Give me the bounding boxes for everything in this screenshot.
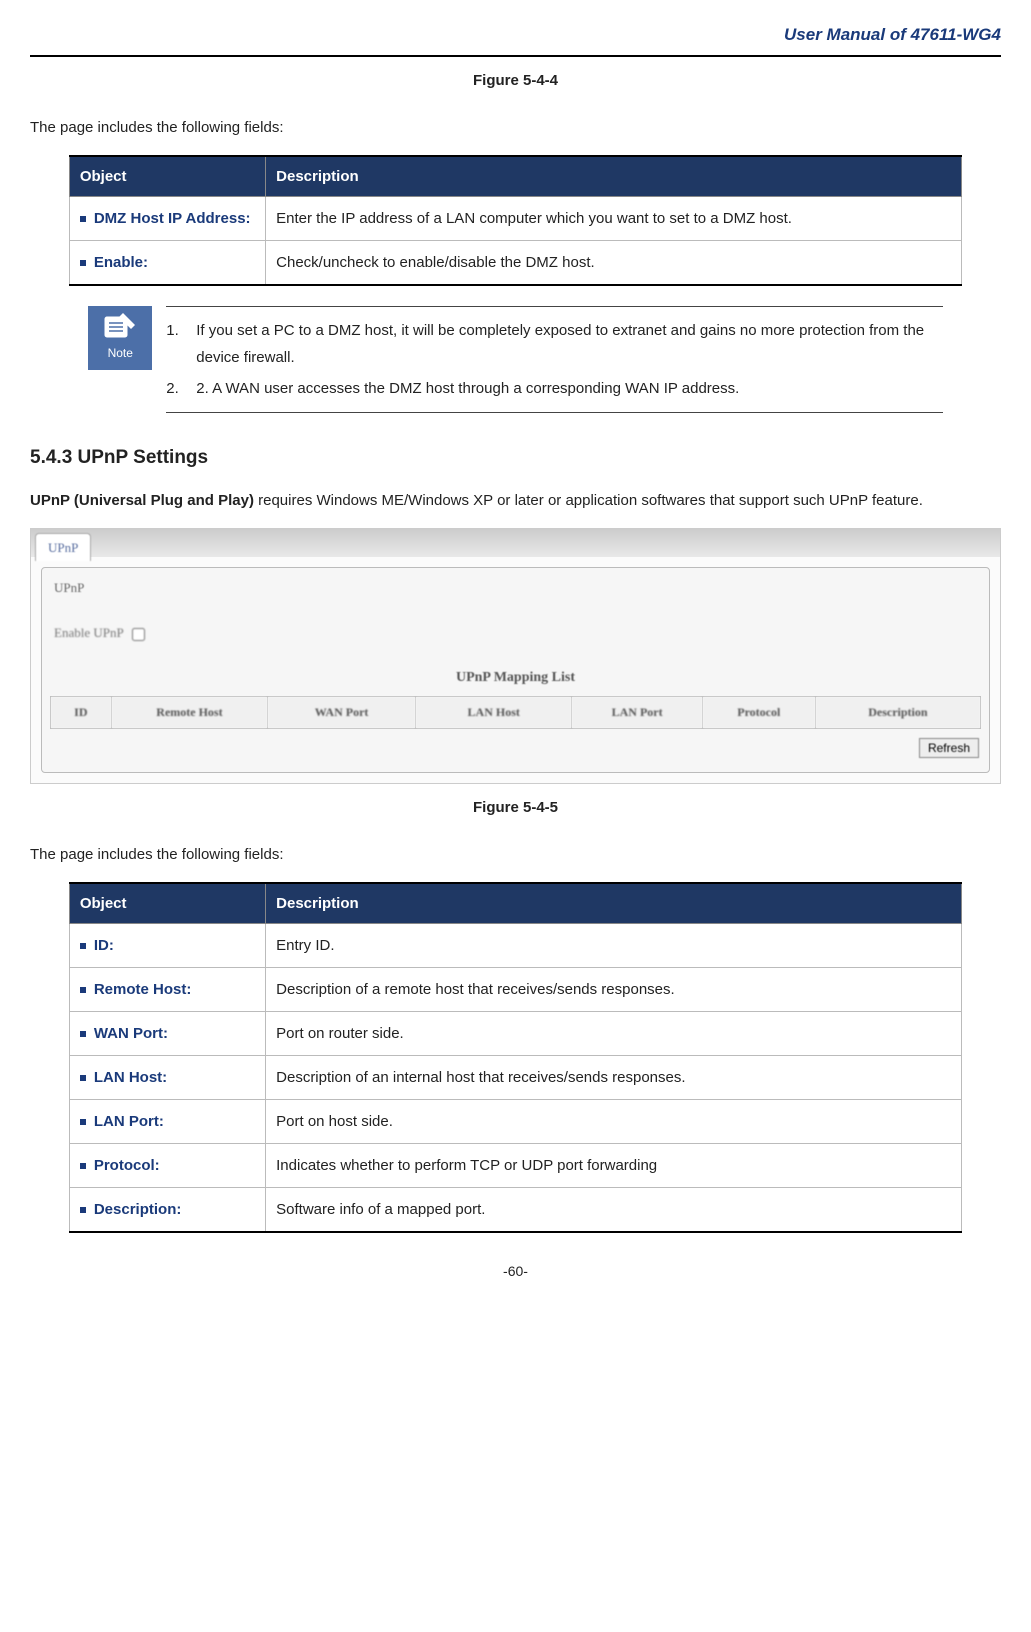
table-row: DMZ Host IP Address: Enter the IP addres… — [69, 196, 961, 240]
object-description: Indicates whether to perform TCP or UDP … — [266, 1144, 962, 1188]
object-label: Protocol: — [94, 1157, 160, 1174]
tab-bar: UPnP — [31, 529, 1000, 557]
table-row: Enable: Check/uncheck to enable/disable … — [69, 240, 961, 285]
object-label: Remote Host: — [94, 981, 192, 998]
bullet-icon — [80, 216, 86, 222]
section-paragraph: UPnP (Universal Plug and Play) requires … — [30, 487, 1001, 514]
manual-title: User Manual of 47611-WG4 — [30, 20, 1001, 51]
bullet-icon — [80, 1163, 86, 1169]
intro-text-1: The page includes the following fields: — [30, 114, 1001, 141]
tab-upnp[interactable]: UPnP — [35, 533, 91, 561]
note-number: 1. — [166, 317, 196, 371]
panel-title: UPnP — [54, 576, 981, 599]
bullet-icon — [80, 987, 86, 993]
note-text: If you set a PC to a DMZ host, it will b… — [196, 317, 942, 371]
intro-text-2: The page includes the following fields: — [30, 841, 1001, 868]
col-description: Description — [815, 696, 980, 729]
header-divider — [30, 55, 1001, 57]
bullet-icon — [80, 943, 86, 949]
table-header-object: Object — [69, 883, 265, 924]
object-label: Enable: — [94, 254, 148, 271]
table-row: Description: Software info of a mapped p… — [69, 1188, 961, 1233]
object-description: Description of an internal host that rec… — [266, 1056, 962, 1100]
table-row: ID: Entry ID. — [69, 924, 961, 968]
fields-table-2: Object Description ID: Entry ID. Remote … — [69, 882, 962, 1233]
col-lan-host: LAN Host — [415, 696, 572, 729]
col-remote-host: Remote Host — [111, 696, 268, 729]
object-label: DMZ Host IP Address: — [94, 210, 251, 227]
table-row: WAN Port: Port on router side. — [69, 1012, 961, 1056]
bullet-icon — [80, 1119, 86, 1125]
object-description: Check/uncheck to enable/disable the DMZ … — [266, 240, 962, 285]
table-row: LAN Port: Port on host side. — [69, 1100, 961, 1144]
object-description: Description of a remote host that receiv… — [266, 968, 962, 1012]
col-id: ID — [51, 696, 112, 729]
table-row: Protocol: Indicates whether to perform T… — [69, 1144, 961, 1188]
note-content: 1. If you set a PC to a DMZ host, it wil… — [166, 306, 942, 413]
col-protocol: Protocol — [702, 696, 815, 729]
col-lan-port: LAN Port — [572, 696, 702, 729]
note-number: 2. — [166, 375, 196, 402]
note-icon: Note — [88, 306, 152, 370]
section-heading: 5.4.3 UPnP Settings — [30, 441, 1001, 475]
enable-label: Enable UPnP — [54, 625, 123, 640]
table-row: LAN Host: Description of an internal hos… — [69, 1056, 961, 1100]
enable-upnp-checkbox[interactable] — [132, 628, 145, 641]
object-description: Entry ID. — [266, 924, 962, 968]
table-row: Remote Host: Description of a remote hos… — [69, 968, 961, 1012]
note-box: Note 1. If you set a PC to a DMZ host, i… — [88, 306, 942, 413]
bullet-icon — [80, 1075, 86, 1081]
bullet-icon — [80, 1207, 86, 1213]
note-text: 2. A WAN user accesses the DMZ host thro… — [196, 375, 739, 402]
object-description: Software info of a mapped port. — [266, 1188, 962, 1233]
table-header-description: Description — [266, 883, 962, 924]
refresh-row: Refresh — [50, 729, 981, 764]
bullet-icon — [80, 260, 86, 266]
object-description: Enter the IP address of a LAN computer w… — [266, 196, 962, 240]
object-label: Description: — [94, 1201, 182, 1218]
col-wan-port: WAN Port — [268, 696, 416, 729]
enable-row: Enable UPnP — [50, 615, 981, 658]
object-label: ID: — [94, 937, 114, 954]
bullet-icon — [80, 1031, 86, 1037]
bold-text: UPnP (Universal Plug and Play) — [30, 492, 254, 509]
object-label: LAN Port: — [94, 1113, 164, 1130]
fields-table-1: Object Description DMZ Host IP Address: … — [69, 155, 962, 286]
section-text: requires Windows ME/Windows XP or later … — [254, 492, 923, 509]
upnp-mapping-table: ID Remote Host WAN Port LAN Host LAN Por… — [50, 696, 981, 730]
object-description: Port on router side. — [266, 1012, 962, 1056]
mapping-list-title: UPnP Mapping List — [50, 659, 981, 690]
figure-caption-1: Figure 5-4-4 — [30, 67, 1001, 94]
figure-caption-2: Figure 5-4-5 — [30, 794, 1001, 821]
note-label: Note — [108, 343, 133, 365]
refresh-button[interactable]: Refresh — [919, 738, 979, 758]
object-label: LAN Host: — [94, 1069, 167, 1086]
object-label: WAN Port: — [94, 1025, 168, 1042]
upnp-panel: UPnP Enable UPnP UPnP Mapping List ID Re… — [41, 567, 990, 774]
object-description: Port on host side. — [266, 1100, 962, 1144]
page-number: -60- — [30, 1259, 1001, 1284]
screenshot-upnp: UPnP UPnP Enable UPnP UPnP Mapping List … — [30, 528, 1001, 785]
table-header-description: Description — [266, 156, 962, 197]
table-header-object: Object — [69, 156, 265, 197]
